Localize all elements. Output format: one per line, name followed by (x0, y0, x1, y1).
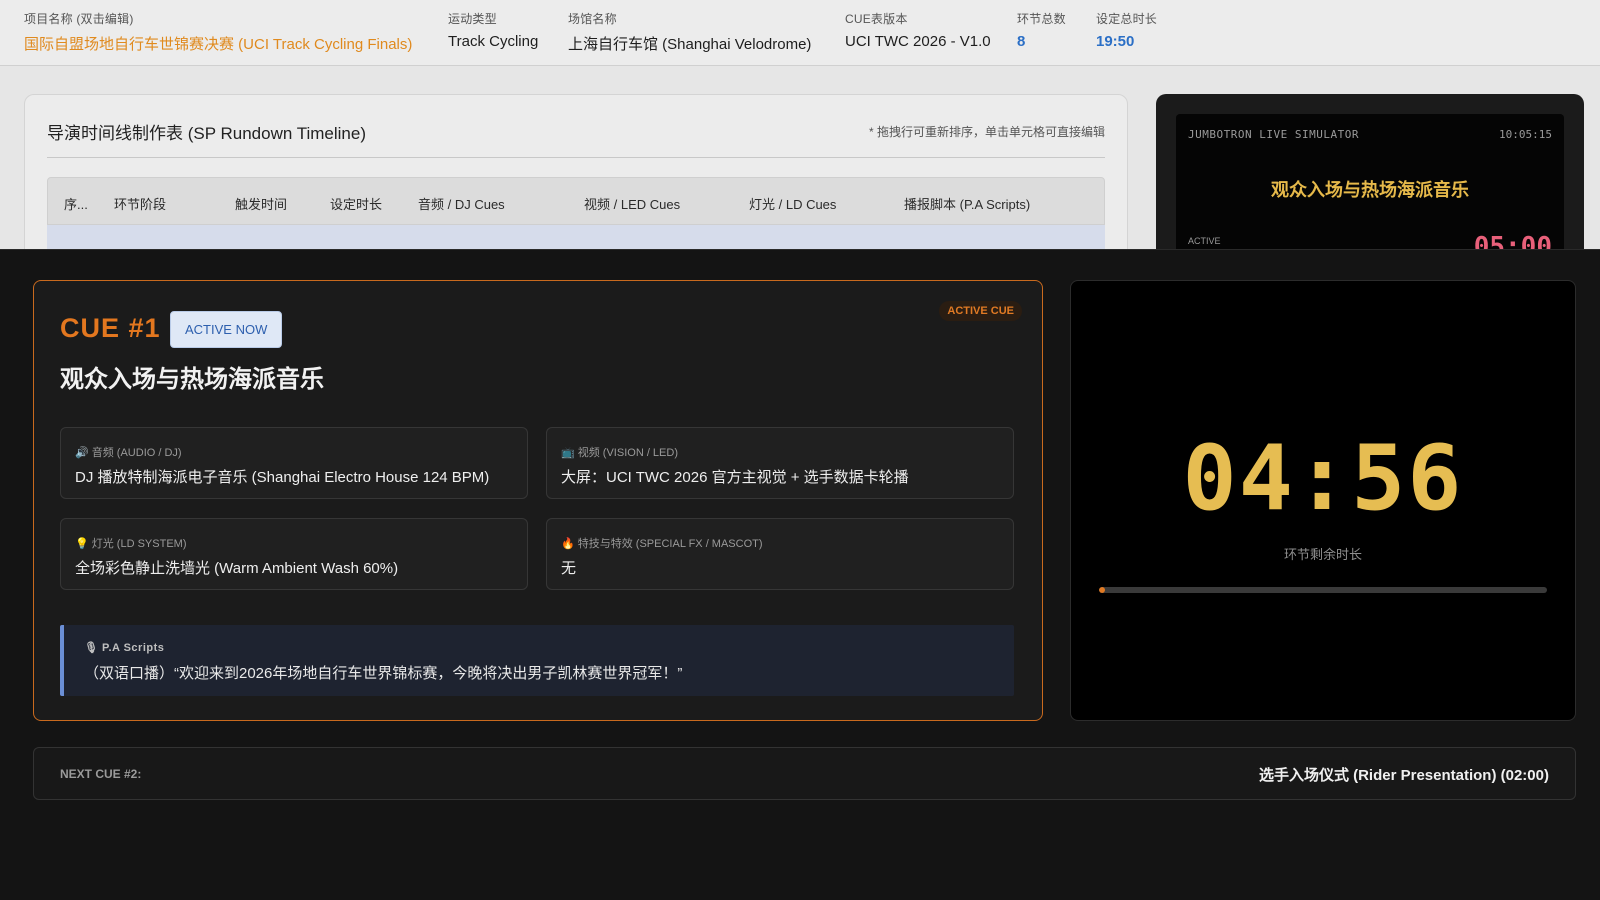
lighting-cue-label: 💡 灯光 (LD SYSTEM) (75, 538, 187, 550)
video-cue-label: 📺 视频 (VISION / LED) (561, 447, 678, 459)
column-header-index[interactable]: 序... (64, 194, 88, 213)
total-cues-label: 环节总数 (1017, 12, 1066, 26)
sport-value: Track Cycling (448, 33, 539, 50)
column-header-pa-scripts[interactable]: 播报脚本 (P.A Scripts) (904, 194, 1030, 213)
lighting-cue-value: 全场彩色静止洗墙光 (Warm Ambient Wash 60%) (75, 560, 399, 577)
column-header-audio[interactable]: 音频 / DJ Cues (418, 194, 505, 213)
next-cue-label: NEXT CUE #2: (60, 767, 142, 781)
pa-script-label: 🎙 P.A Scripts (84, 642, 165, 654)
countdown-card: 04:56 环节剩余时长 (1070, 280, 1576, 721)
sport-label: 运动类型 (448, 12, 497, 26)
venue-label: 场馆名称 (568, 12, 617, 26)
countdown-label: 环节剩余时长 (1283, 547, 1362, 562)
project-name-label: 项目名称 (双击编辑) (24, 12, 134, 26)
version-label: CUE表版本 (845, 12, 908, 26)
live-cue-panel: CUE #1 ACTIVE NOW ACTIVE CUE 观众入场与热场海派音乐… (0, 249, 1600, 900)
progress-bar (1099, 587, 1547, 593)
total-cues-value: 8 (1017, 33, 1026, 50)
column-header-lighting[interactable]: 灯光 / LD Cues (749, 194, 836, 213)
special-fx-value: 无 (561, 560, 577, 577)
audio-cue-label: 🔊 音频 (AUDIO / DJ) (75, 447, 182, 459)
project-header: 项目名称 (双击编辑) 国际自盟场地自行车世锦赛决赛 (UCI Track Cy… (0, 0, 1600, 66)
jumbotron-status: ACTIVE (1188, 236, 1221, 246)
countdown-timer: 04:56 (1182, 426, 1464, 531)
total-duration-field: 设定总时长 19:50 (1096, 10, 1157, 50)
timeline-note: * 拖拽行可重新排序，单击单元格可直接编辑 (868, 125, 1105, 139)
jumbotron-simulator: JUMBOTRON LIVE SIMULATOR 10:05:15 观众入场与热… (1156, 94, 1584, 274)
timeline-table-header: 序... 环节阶段 触发时间 设定时长 音频 / DJ Cues 视频 / LE… (47, 177, 1105, 225)
column-header-trigger-time[interactable]: 触发时间 (235, 194, 287, 213)
special-fx-label: 🔥 特技与特效 (SPECIAL FX / MASCOT) (561, 538, 763, 550)
timeline-title: 导演时间线制作表 (SP Rundown Timeline) (47, 124, 366, 143)
active-cue-badge: ACTIVE CUE (939, 301, 1022, 321)
active-now-button[interactable]: ACTIVE NOW (170, 311, 283, 348)
jumbotron-label: JUMBOTRON LIVE SIMULATOR (1188, 128, 1359, 141)
column-header-video[interactable]: 视频 / LED Cues (584, 194, 680, 213)
audio-cue-box: 🔊 音频 (AUDIO / DJ) DJ 播放特制海派电子音乐 (Shangha… (60, 427, 528, 499)
cue-title: 观众入场与热场海派音乐 (60, 366, 324, 393)
sport-field: 运动类型 Track Cycling (448, 10, 538, 50)
total-duration-label: 设定总时长 (1096, 12, 1158, 26)
version-value: UCI TWC 2026 - V1.0 (845, 33, 991, 50)
progress-fill (1099, 587, 1105, 593)
video-cue-box: 📺 视频 (VISION / LED) 大屏：UCI TWC 2026 官方主视… (546, 427, 1014, 499)
next-cue-bar: NEXT CUE #2: 选手入场仪式 (Rider Presentation)… (33, 747, 1576, 800)
jumbotron-clock: 10:05:15 (1499, 128, 1552, 141)
rundown-timeline-card: 导演时间线制作表 (SP Rundown Timeline) * 拖拽行可重新排… (24, 94, 1128, 274)
column-header-stage[interactable]: 环节阶段 (114, 194, 166, 213)
column-header-duration[interactable]: 设定时长 (330, 194, 382, 213)
special-fx-box: 🔥 特技与特效 (SPECIAL FX / MASCOT) 无 (546, 518, 1014, 590)
pa-script-text: （双语口播）“欢迎来到2026年场地自行车世界锦标赛，今晚将决出男子凯林赛世界冠… (84, 665, 683, 682)
video-cue-value: 大屏：UCI TWC 2026 官方主视觉 + 选手数据卡轮播 (561, 469, 909, 486)
next-cue-value: 选手入场仪式 (Rider Presentation) (02:00) (1258, 767, 1549, 784)
total-cues-field: 环节总数 8 (1017, 10, 1066, 50)
project-name-value[interactable]: 国际自盟场地自行车世锦赛决赛 (UCI Track Cycling Finals… (24, 33, 412, 54)
audio-cue-value: DJ 播放特制海派电子音乐 (Shanghai Electro House 12… (75, 469, 490, 486)
pa-script-box: 🎙 P.A Scripts （双语口播）“欢迎来到2026年场地自行车世界锦标赛… (60, 625, 1014, 696)
venue-value: 上海自行车馆 (Shanghai Velodrome) (568, 36, 812, 53)
total-duration-value: 19:50 (1096, 33, 1135, 50)
jumbotron-title: 观众入场与热场海派音乐 (1271, 180, 1469, 200)
venue-field: 场馆名称 上海自行车馆 (Shanghai Velodrome) (568, 10, 811, 54)
version-field: CUE表版本 UCI TWC 2026 - V1.0 (845, 10, 991, 50)
divider (47, 157, 1105, 158)
active-cue-card: CUE #1 ACTIVE NOW ACTIVE CUE 观众入场与热场海派音乐… (33, 280, 1043, 721)
cue-number: CUE #1 (60, 313, 161, 343)
lighting-cue-box: 💡 灯光 (LD SYSTEM) 全场彩色静止洗墙光 (Warm Ambient… (60, 518, 528, 590)
project-name-field[interactable]: 项目名称 (双击编辑) 国际自盟场地自行车世锦赛决赛 (UCI Track Cy… (24, 10, 412, 54)
